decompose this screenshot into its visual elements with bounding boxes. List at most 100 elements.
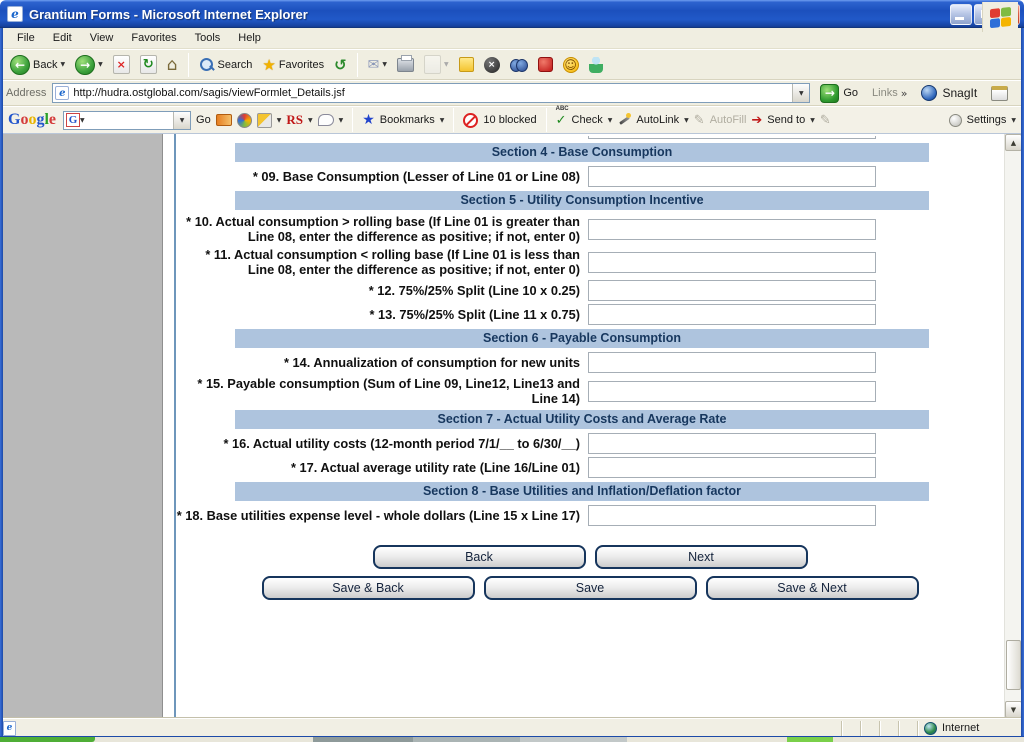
edit-button[interactable]: ▼	[420, 53, 453, 76]
settings-button[interactable]: Settings	[967, 114, 1007, 126]
extension-icon[interactable]	[257, 113, 272, 128]
go-button[interactable]: → Go	[816, 83, 862, 104]
forward-button[interactable]: → ▼	[71, 53, 107, 77]
extension-dropdown-icon[interactable]: ▼	[277, 117, 282, 124]
field-input-17[interactable]	[588, 457, 876, 478]
field-label: * 11. Actual consumption < rolling base …	[176, 247, 580, 277]
field-label: * 15. Payable consumption (Sum of Line 0…	[176, 376, 580, 406]
next-nav-button[interactable]: Next	[595, 545, 808, 569]
status-segment	[879, 721, 898, 736]
field-input-09[interactable]	[588, 166, 876, 187]
scrollbar-thumb[interactable]	[1006, 640, 1021, 690]
field-input-15[interactable]	[588, 381, 876, 402]
sendto-button[interactable]: Send to	[767, 114, 805, 126]
sendto-dropdown-icon[interactable]: ▼	[810, 117, 815, 124]
google-search-input[interactable]	[85, 113, 173, 128]
back-button[interactable]: ← Back ▼	[6, 53, 69, 77]
taskbar-task-fragment[interactable]	[413, 737, 520, 742]
menu-item-edit[interactable]: Edit	[44, 29, 81, 47]
messenger-button[interactable]: ☺	[559, 55, 583, 75]
snagit-capture-button[interactable]	[991, 86, 1008, 101]
field-input-18[interactable]	[588, 505, 876, 526]
section-header: Section 6 - Payable Consumption	[235, 329, 929, 348]
save-and-next-button[interactable]: Save & Next	[706, 576, 919, 600]
menu-item-help[interactable]: Help	[229, 29, 270, 47]
form-row: * 12. 75%/25% Split (Line 10 x 0.25)	[176, 280, 1004, 301]
autolink-button[interactable]: AutoLink	[636, 114, 679, 126]
save-button[interactable]: Save	[484, 576, 697, 600]
save-and-back-button[interactable]: Save & Back	[262, 576, 475, 600]
bookmarks-dropdown-icon[interactable]: ▼	[440, 117, 445, 124]
scrolled-input-fragment	[588, 136, 876, 139]
settings-dropdown-icon[interactable]: ▼	[1011, 117, 1016, 124]
section-title: Section 5 - Utility Consumption Incentiv…	[460, 193, 703, 207]
messenger-block-button[interactable]: ×	[480, 55, 504, 75]
rs-button[interactable]: RS	[286, 112, 303, 128]
menu-item-view[interactable]: View	[81, 29, 123, 47]
mail-button[interactable]: ✉ ▼	[364, 55, 391, 75]
mail-dropdown-icon[interactable]: ▼	[382, 61, 387, 68]
field-input-11[interactable]	[588, 252, 876, 273]
bookmarks-button[interactable]: Bookmarks	[380, 114, 435, 126]
menu-item-favorites[interactable]: Favorites	[122, 29, 185, 47]
field-input-16[interactable]	[588, 433, 876, 454]
history-icon: ↺	[334, 56, 347, 74]
messenger-block-icon: ×	[484, 57, 500, 73]
chat-icon[interactable]	[318, 114, 334, 126]
field-label: * 16. Actual utility costs (12-month per…	[176, 436, 580, 451]
swirl-icon[interactable]	[237, 113, 252, 128]
taskbar-task-fragment[interactable]	[787, 737, 833, 742]
google-go-button[interactable]: Go	[196, 114, 211, 126]
forward-dropdown-icon[interactable]: ▼	[98, 61, 103, 68]
taskbar-task-fragment[interactable]	[520, 737, 627, 742]
minimize-button[interactable]	[950, 4, 972, 25]
go-label: Go	[843, 87, 858, 99]
form-blocks: Section 4 - Base Consumption * 09. Base …	[176, 143, 1004, 526]
status-document-icon: e	[3, 721, 16, 736]
discuss-button[interactable]	[455, 55, 478, 74]
address-dropdown-button[interactable]: ▼	[792, 84, 809, 102]
google-logo: Google	[8, 111, 56, 129]
chat-dropdown-icon[interactable]: ▼	[339, 117, 344, 124]
status-segment	[841, 721, 860, 736]
menu-item-tools[interactable]: Tools	[186, 29, 230, 47]
field-input-13[interactable]	[588, 304, 876, 325]
check-button[interactable]: Check	[572, 114, 603, 126]
links-label: Links	[872, 87, 898, 99]
field-input-14[interactable]	[588, 352, 876, 373]
popup-blocked-button[interactable]: 10 blocked	[483, 114, 536, 126]
print-button[interactable]	[393, 56, 418, 74]
stop-button[interactable]: ×	[109, 53, 134, 76]
security-badge-button[interactable]	[534, 55, 557, 74]
back-dropdown-icon[interactable]: ▼	[60, 61, 65, 68]
field-input-10[interactable]	[588, 219, 876, 240]
form-row: * 15. Payable consumption (Sum of Line 0…	[176, 376, 1004, 406]
security-zone: Internet	[917, 721, 1021, 736]
vertical-scrollbar[interactable]: ▲ ▼	[1004, 134, 1021, 718]
search-button[interactable]: Search	[195, 55, 257, 75]
assistant-button[interactable]	[585, 55, 607, 75]
back-nav-button[interactable]: Back	[373, 545, 586, 569]
mail-icon: ✉	[368, 57, 380, 73]
scroll-up-button[interactable]: ▲	[1005, 134, 1022, 151]
google-search-dropdown[interactable]: ▼	[173, 112, 190, 129]
favorites-button[interactable]: ★ Favorites	[258, 54, 328, 76]
rs-dropdown-icon[interactable]: ▼	[308, 117, 313, 124]
go-arrow-icon: →	[820, 84, 839, 103]
field-label: * 13. 75%/25% Split (Line 11 x 0.75)	[176, 307, 580, 322]
scroll-down-button[interactable]: ▼	[1005, 701, 1022, 718]
start-button-fragment[interactable]	[0, 737, 95, 742]
menu-item-file[interactable]: File	[8, 29, 44, 47]
history-button[interactable]: ↺	[330, 54, 351, 76]
snagit-button[interactable]: SnagIt	[921, 85, 977, 101]
home-button[interactable]: ⌂	[163, 53, 182, 77]
address-input[interactable]	[69, 85, 792, 101]
check-dropdown-icon[interactable]: ▼	[608, 117, 613, 124]
links-menu[interactable]: Links »	[872, 87, 907, 100]
autolink-dropdown-icon[interactable]: ▼	[684, 117, 689, 124]
field-input-12[interactable]	[588, 280, 876, 301]
ticket-icon[interactable]	[216, 114, 232, 126]
refresh-button[interactable]: ↻	[136, 53, 161, 76]
taskbar-task-fragment[interactable]	[313, 737, 413, 742]
research-button[interactable]	[506, 57, 532, 73]
